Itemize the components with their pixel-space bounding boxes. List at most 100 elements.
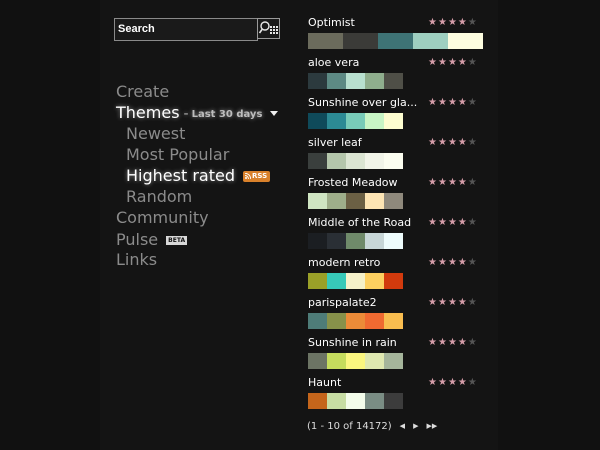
color-swatch[interactable]: [365, 113, 384, 129]
star-icon[interactable]: ★: [468, 217, 477, 228]
rating-stars[interactable]: ★★★★★: [428, 96, 477, 109]
search-input[interactable]: [114, 18, 258, 41]
star-icon[interactable]: ★: [458, 257, 467, 268]
star-icon[interactable]: ★: [448, 177, 457, 188]
nav-newest[interactable]: Newest: [126, 124, 185, 144]
color-swatch[interactable]: [365, 313, 384, 329]
color-swatch[interactable]: [384, 233, 403, 249]
color-swatch[interactable]: [384, 73, 403, 89]
star-icon[interactable]: ★: [428, 337, 437, 348]
color-swatch[interactable]: [308, 393, 327, 409]
star-icon[interactable]: ★: [448, 297, 457, 308]
color-swatch[interactable]: [327, 233, 346, 249]
star-icon[interactable]: ★: [468, 137, 477, 148]
star-icon[interactable]: ★: [428, 57, 437, 68]
color-swatch[interactable]: [327, 153, 346, 169]
star-icon[interactable]: ★: [458, 57, 467, 68]
star-icon[interactable]: ★: [448, 97, 457, 108]
star-icon[interactable]: ★: [428, 17, 437, 28]
star-icon[interactable]: ★: [438, 217, 447, 228]
color-swatch[interactable]: [365, 153, 384, 169]
color-swatch[interactable]: [327, 113, 346, 129]
color-swatch[interactable]: [365, 353, 384, 369]
color-swatch[interactable]: [327, 193, 346, 209]
theme-name[interactable]: silver leaf: [308, 136, 362, 150]
theme-name[interactable]: Optimist: [308, 16, 355, 30]
star-icon[interactable]: ★: [468, 337, 477, 348]
star-icon[interactable]: ★: [448, 257, 457, 268]
nav-highest-rated[interactable]: Highest rated RSS: [126, 166, 271, 186]
color-swatch[interactable]: [378, 33, 413, 49]
color-swatch[interactable]: [365, 273, 384, 289]
color-swatch[interactable]: [308, 273, 327, 289]
star-icon[interactable]: ★: [438, 137, 447, 148]
theme-name[interactable]: parispalate2: [308, 296, 377, 310]
star-icon[interactable]: ★: [468, 177, 477, 188]
star-icon[interactable]: ★: [428, 257, 437, 268]
color-swatch[interactable]: [346, 393, 365, 409]
color-swatches[interactable]: [308, 193, 403, 209]
nav-random[interactable]: Random: [126, 187, 192, 207]
color-swatches[interactable]: [308, 33, 483, 49]
color-swatch[interactable]: [448, 33, 483, 49]
rating-stars[interactable]: ★★★★★: [428, 336, 477, 349]
star-icon[interactable]: ★: [428, 137, 437, 148]
theme-name[interactable]: modern retro: [308, 256, 380, 270]
color-swatches[interactable]: [308, 353, 403, 369]
star-icon[interactable]: ★: [458, 17, 467, 28]
rating-stars[interactable]: ★★★★★: [428, 376, 477, 389]
star-icon[interactable]: ★: [458, 137, 467, 148]
star-icon[interactable]: ★: [458, 177, 467, 188]
star-icon[interactable]: ★: [428, 377, 437, 388]
star-icon[interactable]: ★: [428, 177, 437, 188]
star-icon[interactable]: ★: [458, 217, 467, 228]
star-icon[interactable]: ★: [438, 177, 447, 188]
color-swatch[interactable]: [384, 113, 403, 129]
color-swatch[interactable]: [308, 73, 327, 89]
rating-stars[interactable]: ★★★★★: [428, 296, 477, 309]
theme-name[interactable]: Sunshine in rain: [308, 336, 397, 350]
color-swatch[interactable]: [346, 113, 365, 129]
star-icon[interactable]: ★: [458, 297, 467, 308]
color-swatch[interactable]: [346, 193, 365, 209]
star-icon[interactable]: ★: [428, 217, 437, 228]
color-swatch[interactable]: [343, 33, 378, 49]
search-button[interactable]: [257, 18, 280, 39]
color-swatch[interactable]: [346, 73, 365, 89]
prev-arrow-icon[interactable]: ◀: [400, 422, 405, 430]
rating-stars[interactable]: ★★★★★: [428, 256, 477, 269]
color-swatch[interactable]: [384, 313, 403, 329]
nav-themes[interactable]: Themes - Last 30 days: [116, 103, 279, 125]
star-icon[interactable]: ★: [448, 217, 457, 228]
star-icon[interactable]: ★: [428, 97, 437, 108]
theme-name[interactable]: Haunt: [308, 376, 341, 390]
color-swatches[interactable]: [308, 393, 403, 409]
star-icon[interactable]: ★: [458, 97, 467, 108]
color-swatch[interactable]: [365, 73, 384, 89]
color-swatch[interactable]: [308, 113, 327, 129]
color-swatch[interactable]: [365, 393, 384, 409]
nav-create[interactable]: Create: [116, 82, 169, 102]
theme-name[interactable]: Middle of the Road: [308, 216, 411, 230]
color-swatch[interactable]: [308, 313, 327, 329]
nav-most-popular[interactable]: Most Popular: [126, 145, 229, 165]
color-swatch[interactable]: [365, 193, 384, 209]
nav-community[interactable]: Community: [116, 208, 209, 228]
star-icon[interactable]: ★: [468, 297, 477, 308]
color-swatch[interactable]: [365, 233, 384, 249]
star-icon[interactable]: ★: [438, 57, 447, 68]
color-swatch[interactable]: [346, 233, 365, 249]
color-swatches[interactable]: [308, 73, 403, 89]
star-icon[interactable]: ★: [438, 257, 447, 268]
color-swatch[interactable]: [384, 153, 403, 169]
star-icon[interactable]: ★: [428, 297, 437, 308]
star-icon[interactable]: ★: [438, 337, 447, 348]
color-swatches[interactable]: [308, 273, 403, 289]
color-swatch[interactable]: [308, 353, 327, 369]
color-swatch[interactable]: [327, 353, 346, 369]
rating-stars[interactable]: ★★★★★: [428, 216, 477, 229]
theme-name[interactable]: Frosted Meadow: [308, 176, 398, 190]
time-range-label[interactable]: Last 30 days: [192, 109, 263, 120]
color-swatch[interactable]: [346, 313, 365, 329]
star-icon[interactable]: ★: [458, 337, 467, 348]
